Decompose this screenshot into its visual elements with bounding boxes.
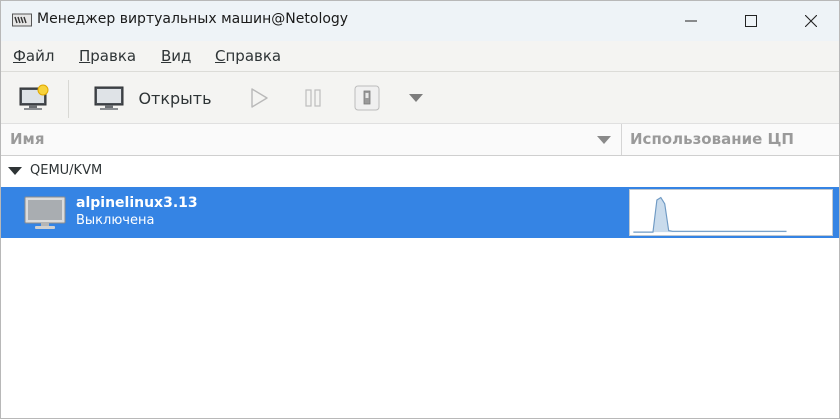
connection-row[interactable]: QEMU/KVM: [1, 156, 839, 187]
minimize-button[interactable]: [663, 1, 719, 41]
new-vm-icon: [19, 84, 49, 110]
window-title: Менеджер виртуальных машин@Netology: [37, 11, 349, 27]
close-button[interactable]: [783, 1, 839, 41]
column-divider[interactable]: [621, 124, 622, 155]
toolbar: Открыть: [1, 71, 839, 124]
connection-label: QEMU/KVM: [30, 163, 103, 178]
vm-name: alpinelinux3.13: [76, 195, 198, 211]
new-vm-button[interactable]: [11, 72, 57, 124]
shutdown-icon: [354, 85, 380, 111]
column-header-cpu[interactable]: Использование ЦП: [630, 130, 794, 148]
cpu-usage-graph: [629, 189, 833, 236]
pause-icon: [305, 89, 321, 107]
title-bar[interactable]: Менеджер виртуальных машин@Netology: [1, 1, 839, 41]
minimize-icon: [685, 20, 697, 22]
run-button[interactable]: [241, 72, 277, 124]
monitor-icon: [94, 86, 124, 110]
play-icon: [251, 88, 268, 108]
menu-help[interactable]: Справка: [215, 47, 281, 65]
menu-edit[interactable]: Правка: [79, 47, 136, 65]
close-icon: [805, 15, 817, 27]
menu-view[interactable]: Вид: [161, 47, 191, 65]
menu-file[interactable]: Файл: [13, 47, 54, 65]
chevron-down-icon: [409, 94, 423, 102]
toolbar-separator: [68, 80, 69, 118]
vm-list-header: Имя Использование ЦП: [1, 123, 839, 156]
vm-monitor-icon: [24, 196, 66, 229]
column-header-name[interactable]: Имя: [10, 130, 44, 148]
vm-status: Выключена: [76, 213, 155, 228]
expander-down-icon[interactable]: [8, 167, 22, 176]
open-button-label: Открыть: [138, 88, 212, 108]
open-button[interactable]: Открыть: [87, 72, 219, 124]
shutdown-menu-button[interactable]: [401, 72, 431, 124]
virt-manager-window: Менеджер виртуальных машин@Netology Файл…: [0, 0, 840, 419]
menu-bar: Файл Правка Вид Справка: [1, 41, 839, 71]
sort-down-icon[interactable]: [597, 136, 611, 145]
pause-button[interactable]: [295, 72, 331, 124]
vm-row[interactable]: alpinelinux3.13 Выключена: [1, 187, 839, 238]
maximize-button[interactable]: [723, 1, 779, 41]
virt-manager-icon: [12, 13, 32, 27]
shutdown-button[interactable]: [349, 72, 385, 124]
maximize-icon: [745, 15, 757, 27]
